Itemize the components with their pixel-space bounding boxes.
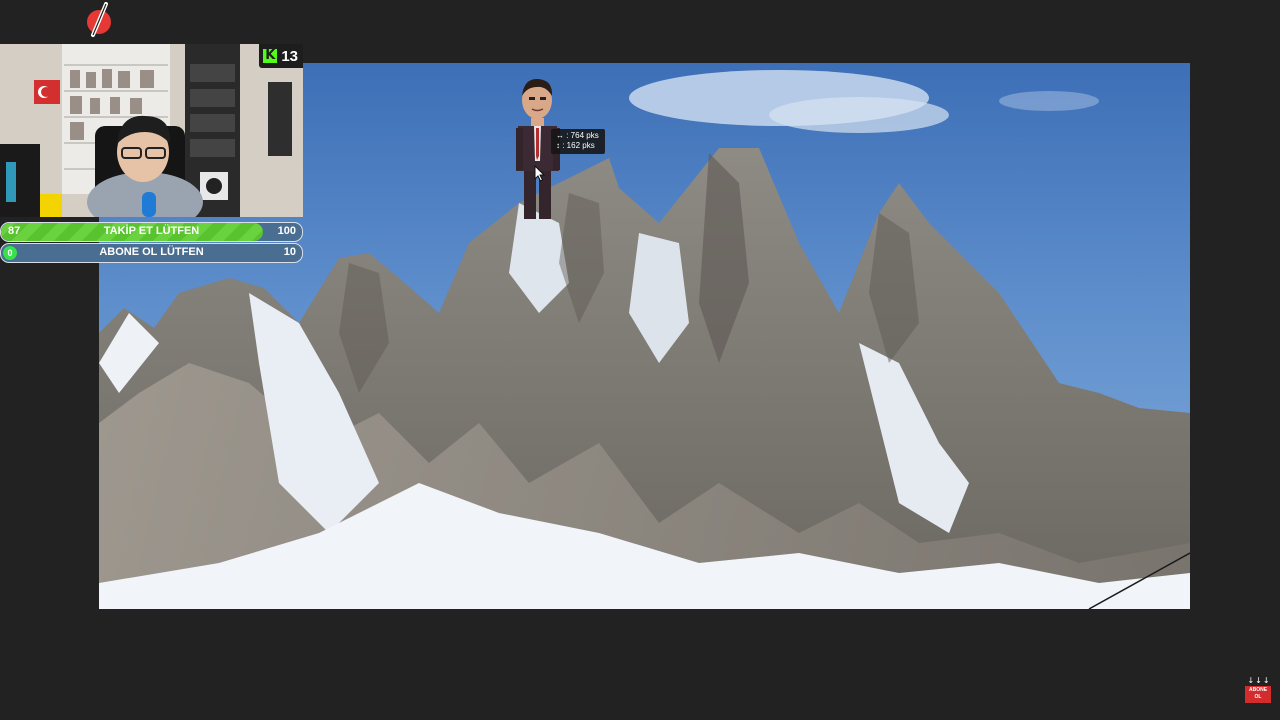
width-readout: ↕ : 162 pks xyxy=(556,141,595,150)
subscribe-goal-label: ABONE OL LÜTFEN xyxy=(99,246,204,258)
viewer-count: 13 xyxy=(281,47,298,65)
subscribe-label: ABONE OL xyxy=(1245,686,1271,703)
size-tooltip: ↔ : 764 pks ↕ : 162 pks xyxy=(551,129,605,154)
follow-goal-target: 100 xyxy=(277,225,296,237)
subscribe-corner-button[interactable]: ↓↓↓ ABONE OL xyxy=(1245,677,1273,705)
channel-logo-icon xyxy=(84,2,114,38)
down-arrows-icon: ↓↓↓ xyxy=(1247,676,1271,685)
height-readout: ↔ : 764 pks xyxy=(556,131,599,140)
follow-goal-label: TAKİP ET LÜTFEN xyxy=(103,225,200,237)
kick-logo-icon: K xyxy=(263,48,278,63)
subscribe-goal-target: 10 xyxy=(283,246,296,258)
mouse-cursor-icon xyxy=(534,164,546,183)
streamer-webcam: K 13 xyxy=(0,44,303,217)
kick-viewer-badge: K 13 xyxy=(259,44,303,68)
follow-goal-bar: 87 TAKİP ET LÜTFEN 100 xyxy=(0,222,303,242)
subscribe-goal-bar: 0 ABONE OL LÜTFEN 10 xyxy=(0,243,303,263)
